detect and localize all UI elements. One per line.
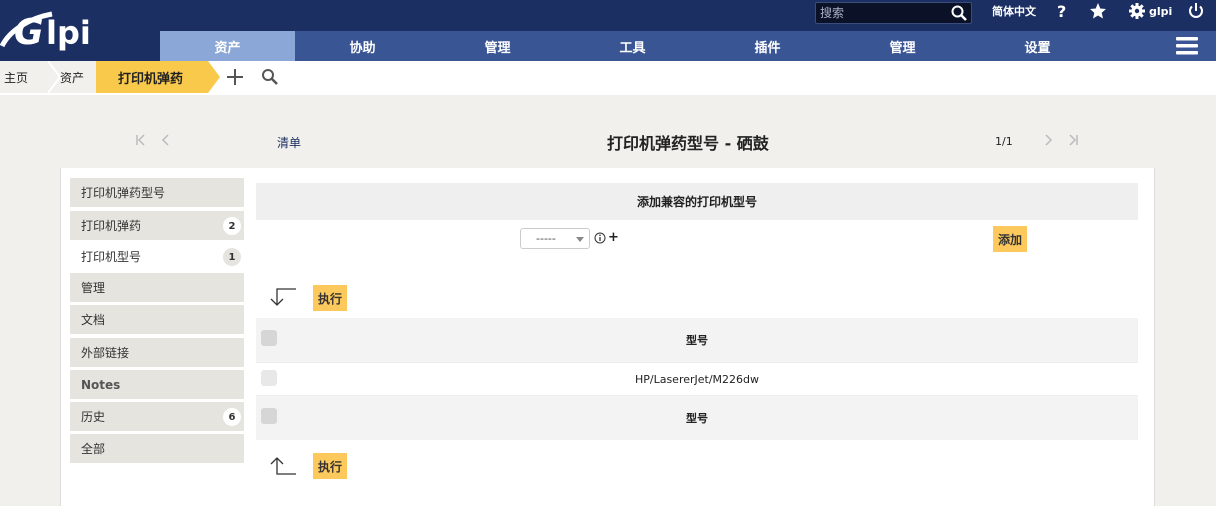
page-title: 打印机弹药型号 - 硒鼓 [607, 134, 769, 153]
count-badge: 1 [223, 248, 241, 266]
select-all-checkbox-bottom[interactable] [261, 408, 277, 424]
breadcrumb-assets-label: 资产 [60, 70, 85, 85]
menu-management[interactable]: 管理 [430, 31, 565, 61]
select-value: ----- [536, 232, 556, 245]
user-name[interactable]: glpi [1149, 5, 1172, 18]
previous-page-icon[interactable] [159, 133, 173, 147]
main-menu: 资产 协助 管理 工具 插件 管理 设置 [160, 31, 1216, 61]
next-page-icon[interactable] [1041, 133, 1055, 147]
add-button[interactable]: 添加 [993, 226, 1027, 252]
svg-text:G: G [14, 12, 44, 53]
execute-button-top[interactable]: 执行 [313, 285, 347, 311]
menu-assets[interactable]: 资产 [160, 31, 295, 61]
hamburger-menu-icon[interactable] [1176, 37, 1198, 55]
model-link[interactable]: HP/LasererJet/M226dw [635, 373, 759, 386]
last-page-icon[interactable] [1066, 133, 1080, 147]
breadcrumb-home-label: 主页 [4, 70, 29, 85]
plus-icon[interactable]: + [608, 231, 619, 245]
arrow-down-left-icon [270, 288, 296, 306]
tab-notes[interactable]: Notes [70, 370, 244, 399]
tab-label: 打印机弹药 [81, 219, 142, 233]
list-link[interactable]: 清单 [277, 134, 301, 151]
info-icon[interactable] [594, 232, 606, 244]
tab-label: 管理 [81, 281, 106, 295]
tab-label: 文档 [81, 313, 106, 327]
pager-count: 1/1 [995, 135, 1013, 148]
tab-label: 全部 [81, 442, 106, 456]
table-row: HP/LasererJet/M226dw [256, 362, 1138, 396]
count-badge: 6 [223, 408, 241, 426]
first-page-icon[interactable] [134, 133, 148, 147]
printer-model-select[interactable]: ----- [520, 228, 590, 249]
help-icon[interactable]: ? [1052, 2, 1070, 20]
column-footer-model[interactable]: 型号 [686, 410, 708, 426]
tab-printer-models[interactable]: 打印机型号 1 [70, 242, 244, 271]
tab-documents[interactable]: 文档 [70, 305, 244, 334]
breadcrumb: 资产 主页 打印机弹药 [0, 61, 1216, 95]
breadcrumb-home[interactable]: 主页 [0, 61, 60, 93]
breadcrumb-current[interactable]: 打印机弹药 [96, 61, 220, 93]
gear-icon[interactable] [1128, 2, 1146, 20]
arrow-up-left-icon [270, 457, 296, 475]
tab-label: 历史 [81, 410, 106, 424]
breadcrumb-current-label: 打印机弹药 [118, 71, 184, 87]
power-icon[interactable] [1187, 2, 1205, 20]
tab-management[interactable]: 管理 [70, 273, 244, 302]
execute-button-bottom[interactable]: 执行 [313, 453, 347, 479]
tab-label: 打印机型号 [81, 250, 142, 264]
execute-label: 执行 [317, 291, 342, 306]
execute-label: 执行 [317, 459, 342, 474]
table-footer-row: 型号 [256, 396, 1138, 440]
search-input[interactable] [816, 3, 946, 23]
language-selector[interactable]: 简体中文 [992, 3, 1036, 19]
header: G lpi 简体中文 ? glpi 资产 协助 管理 工具 插件 管理 设置 [0, 0, 1216, 61]
tab-label: Notes [81, 377, 121, 392]
menu-administration[interactable]: 管理 [835, 31, 970, 61]
table-header-row: 型号 [256, 318, 1138, 362]
add-button-label: 添加 [997, 232, 1022, 247]
tab-history[interactable]: 历史 6 [70, 402, 244, 431]
row-checkbox[interactable] [261, 370, 277, 386]
search-icon[interactable] [261, 68, 279, 86]
menu-setup[interactable]: 设置 [970, 31, 1105, 61]
search-icon[interactable] [951, 5, 967, 21]
tab-label: 打印机弹药型号 [81, 186, 166, 200]
section-title: 添加兼容的打印机型号 [636, 195, 757, 209]
chevron-right-icon [48, 61, 60, 93]
svg-text:?: ? [1057, 2, 1066, 20]
menu-assistance[interactable]: 协助 [295, 31, 430, 61]
tab-cartridge-model[interactable]: 打印机弹药型号 [70, 178, 244, 207]
chevron-right-icon [208, 61, 220, 93]
select-all-checkbox[interactable] [261, 330, 277, 346]
count-badge: 2 [223, 217, 241, 235]
add-icon[interactable] [226, 68, 244, 86]
svg-text:lpi: lpi [46, 14, 91, 52]
tab-label: 外部链接 [81, 346, 130, 360]
column-header-model[interactable]: 型号 [686, 332, 708, 348]
menu-tools[interactable]: 工具 [565, 31, 700, 61]
global-search[interactable] [815, 2, 972, 24]
tab-external-links[interactable]: 外部链接 [70, 338, 244, 367]
menu-plugins[interactable]: 插件 [700, 31, 835, 61]
glpi-logo[interactable]: G lpi [0, 0, 160, 61]
star-icon[interactable] [1089, 2, 1107, 20]
tab-cartridges[interactable]: 打印机弹药 2 [70, 211, 244, 240]
tab-all[interactable]: 全部 [70, 434, 244, 463]
add-compatible-model-header: 添加兼容的打印机型号 [256, 183, 1138, 220]
chevron-down-icon [576, 237, 584, 242]
